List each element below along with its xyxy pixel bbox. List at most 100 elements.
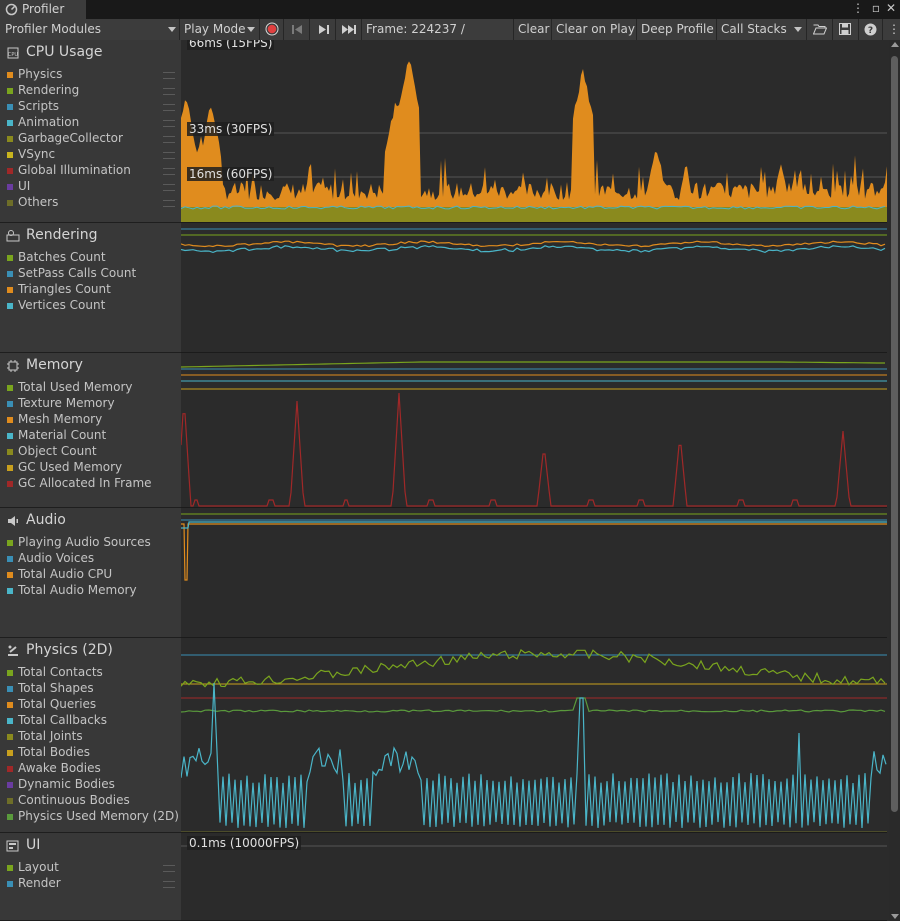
module-physics2d[interactable]: Physics (2D) Total Contacts Total Shapes To…	[0, 638, 181, 833]
legend-item[interactable]: Texture Memory	[0, 396, 181, 412]
legend-item-label: Triangles Count	[18, 282, 111, 296]
legend-item[interactable]: Layout	[0, 860, 181, 876]
scroll-down-icon[interactable]	[891, 914, 899, 919]
legend-item-label: GC Allocated In Frame	[18, 476, 152, 490]
legend-item[interactable]: Total Bodies	[0, 745, 181, 761]
legend-item[interactable]: SetPass Calls Count	[0, 266, 181, 282]
legend-item[interactable]: VSync	[0, 147, 181, 163]
legend-item[interactable]: Animation	[0, 115, 181, 131]
call-stacks-dropdown[interactable]: Call Stacks	[717, 19, 807, 40]
legend-color-swatch	[7, 433, 13, 439]
deep-profile-toggle[interactable]: Deep Profile	[637, 19, 717, 40]
legend-item[interactable]: Object Count	[0, 444, 181, 460]
kebab-menu-icon[interactable]: ⋮	[851, 1, 865, 15]
legend-item-label: Total Shapes	[18, 681, 94, 695]
legend-item[interactable]: GC Allocated In Frame	[0, 476, 181, 492]
drag-handle-icon[interactable]	[163, 184, 175, 191]
drag-handle-icon[interactable]	[163, 120, 175, 127]
legend-item[interactable]: Vertices Count	[0, 298, 181, 314]
legend-item[interactable]: Dynamic Bodies	[0, 777, 181, 793]
chart-ui[interactable]: 0.1ms (10000FPS)	[181, 833, 887, 921]
previous-frame-button[interactable]	[284, 19, 310, 40]
chart-memory[interactable]	[181, 353, 887, 508]
legend-item[interactable]: Scripts	[0, 99, 181, 115]
legend-item[interactable]: Total Queries	[0, 697, 181, 713]
legend-item[interactable]: Batches Count	[0, 250, 181, 266]
step-back-icon	[292, 25, 302, 34]
chart-audio[interactable]	[181, 508, 887, 638]
load-button[interactable]	[807, 19, 833, 40]
profiler-modules-dropdown[interactable]: Profiler Modules	[0, 19, 180, 40]
clear-button[interactable]: Clear	[514, 19, 552, 40]
audio-cpu-line	[181, 523, 887, 581]
legend-color-swatch	[7, 417, 13, 423]
legend-item[interactable]: Total Used Memory	[0, 380, 181, 396]
scrollbar-thumb[interactable]	[891, 56, 898, 812]
maximize-icon[interactable]: ▫	[869, 1, 883, 15]
module-ui[interactable]: UI Layout Render	[0, 833, 181, 921]
legend-item[interactable]: Physics	[0, 67, 181, 83]
toolbar-menu-button[interactable]: ⋮	[883, 19, 900, 40]
clear-on-play-toggle[interactable]: Clear on Play	[552, 19, 637, 40]
legend-item[interactable]: Rendering	[0, 83, 181, 99]
legend-item[interactable]: Total Audio Memory	[0, 583, 181, 599]
chart-physics2d[interactable]	[181, 638, 887, 833]
module-title: Rendering	[26, 227, 98, 243]
legend-item[interactable]: Total Shapes	[0, 681, 181, 697]
total-used-line	[181, 361, 885, 368]
legend-item[interactable]: Awake Bodies	[0, 761, 181, 777]
play-mode-dropdown[interactable]: Play Mode	[180, 19, 260, 40]
legend-item-label: Total Callbacks	[18, 713, 108, 727]
module-memory[interactable]: Memory Total Used Memory Texture Memory Mes…	[0, 353, 181, 508]
legend-item[interactable]: Global Illumination	[0, 163, 181, 179]
legend-item[interactable]: Others	[0, 195, 181, 211]
legend-item[interactable]: Render	[0, 876, 181, 892]
profiler-tab[interactable]: Profiler	[0, 0, 87, 19]
legend-item[interactable]: Audio Voices	[0, 551, 181, 567]
legend-item[interactable]: Triangles Count	[0, 282, 181, 298]
last-frame-icon	[342, 25, 356, 34]
legend-item[interactable]: Physics Used Memory (2D)	[0, 809, 181, 825]
legend-item[interactable]: Total Joints	[0, 729, 181, 745]
current-frame-button[interactable]	[336, 19, 362, 40]
next-frame-button[interactable]	[310, 19, 336, 40]
legend-item[interactable]: Total Contacts	[0, 665, 181, 681]
drag-handle-icon[interactable]	[163, 168, 175, 175]
legend-color-swatch	[7, 782, 13, 788]
drag-handle-icon[interactable]	[163, 881, 175, 888]
help-button[interactable]: ?	[859, 19, 883, 40]
speaker-icon	[8, 516, 18, 526]
clear-label: Clear	[518, 22, 550, 36]
drag-handle-icon[interactable]	[163, 200, 175, 207]
drag-handle-icon[interactable]	[163, 865, 175, 872]
drag-handle-icon[interactable]	[163, 136, 175, 143]
legend-item-label: Total Used Memory	[18, 380, 133, 394]
legend-item[interactable]: Total Audio CPU	[0, 567, 181, 583]
vertical-scrollbar[interactable]	[889, 40, 900, 921]
drag-handle-icon[interactable]	[163, 72, 175, 79]
module-rendering[interactable]: Rendering Batches Count SetPass Calls Coun…	[0, 223, 181, 353]
legend-item[interactable]: GC Used Memory	[0, 460, 181, 476]
audio-memory-line	[181, 521, 887, 529]
legend-item[interactable]: Continuous Bodies	[0, 793, 181, 809]
drag-handle-icon[interactable]	[163, 88, 175, 95]
save-button[interactable]	[833, 19, 859, 40]
scroll-up-icon[interactable]	[891, 42, 899, 47]
drag-handle-icon[interactable]	[163, 152, 175, 159]
play-mode-label: Play Mode	[184, 22, 246, 36]
close-icon[interactable]: ✕	[884, 1, 898, 15]
legend-color-swatch	[7, 465, 13, 471]
module-audio[interactable]: Audio Playing Audio Sources Audio Voices To…	[0, 508, 181, 638]
legend-item[interactable]: Total Callbacks	[0, 713, 181, 729]
legend-item[interactable]: Playing Audio Sources	[0, 535, 181, 551]
legend-item[interactable]: Mesh Memory	[0, 412, 181, 428]
record-button[interactable]	[260, 19, 284, 40]
chart-rendering[interactable]	[181, 223, 887, 353]
chart-cpu[interactable]: 66ms (15FPS) 33ms (30FPS) 16ms (60FPS)	[181, 40, 887, 223]
module-cpu[interactable]: CPU CPU Usage Physics Rendering Scripts Anima…	[0, 40, 181, 223]
legend-item-label: Total Audio Memory	[18, 583, 137, 597]
legend-item[interactable]: GarbageCollector	[0, 131, 181, 147]
drag-handle-icon[interactable]	[163, 104, 175, 111]
legend-item[interactable]: Material Count	[0, 428, 181, 444]
legend-item[interactable]: UI	[0, 179, 181, 195]
